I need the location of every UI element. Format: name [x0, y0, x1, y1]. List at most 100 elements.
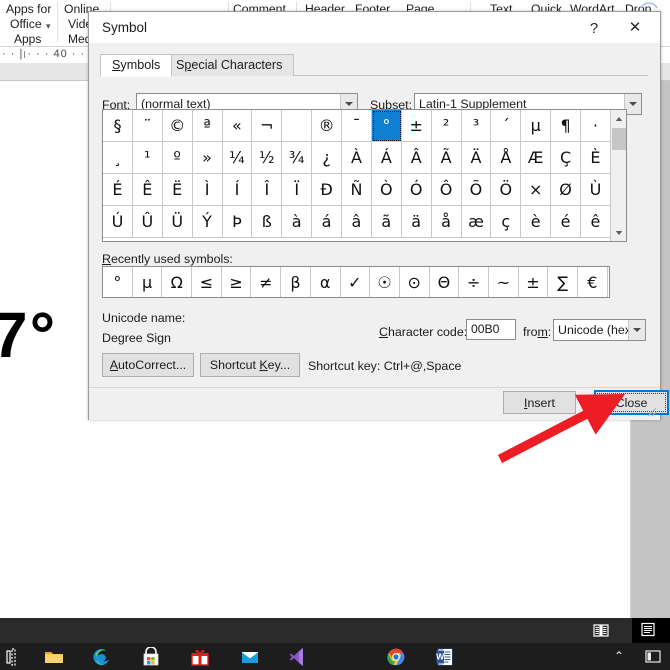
scroll-up-icon[interactable] — [611, 110, 626, 127]
symbol-cell[interactable]: ± — [401, 110, 432, 142]
symbol-cell[interactable]: ½ — [252, 142, 283, 174]
symbol-cell[interactable]: º — [162, 142, 193, 174]
symbol-cell[interactable]: ­ — [282, 110, 313, 142]
tab-special-characters[interactable]: Special Characters — [164, 54, 295, 77]
symbol-cell[interactable]: ¿ — [312, 142, 342, 174]
symbol-cell[interactable]: æ — [461, 206, 492, 238]
symbol-cell[interactable]: ê — [581, 206, 611, 238]
recent-symbol-cell[interactable]: ∑ — [548, 267, 578, 297]
symbol-cell[interactable]: Æ — [521, 142, 552, 174]
symbol-cell[interactable]: ä — [401, 206, 432, 238]
recent-symbol-cell[interactable]: ⊙ — [400, 267, 430, 297]
word-icon[interactable]: W — [435, 647, 455, 667]
symbol-cell[interactable]: è — [521, 206, 552, 238]
ribbon-apps-for-office-line2[interactable]: Office — [10, 17, 42, 31]
symbol-cell[interactable]: â — [342, 206, 372, 238]
symbol-cell[interactable]: Ô — [431, 174, 462, 206]
symbol-cell[interactable]: ¨ — [132, 110, 163, 142]
symbol-cell[interactable]: Ì — [192, 174, 223, 206]
symbol-cell[interactable]: Ä — [461, 142, 492, 174]
help-icon[interactable]: ? — [581, 18, 607, 40]
symbol-cell[interactable]: Ö — [491, 174, 522, 206]
recent-symbol-cell[interactable]: Ω — [162, 267, 193, 297]
symbol-cell[interactable]: Ê — [132, 174, 163, 206]
tab-symbols[interactable]: Symbols — [100, 54, 173, 77]
symbol-cell[interactable]: × — [521, 174, 552, 206]
symbol-cell[interactable]: Ã — [431, 142, 462, 174]
symbol-cell[interactable]: Ý — [192, 206, 223, 238]
shortcut-key-button[interactable]: Shortcut Key... — [200, 353, 300, 377]
symbol-cell[interactable]: À — [342, 142, 372, 174]
symbol-cell[interactable]: ¯ — [342, 110, 372, 142]
recent-symbol-cell[interactable]: ✓ — [341, 267, 371, 297]
recently-used-symbols-row[interactable]: ° µ Ω ≤ ≥ ≠ β α ✓ ☉ ⊙ Θ ÷ ~ ± ∑ € — [102, 266, 610, 298]
recent-symbol-cell[interactable]: € — [578, 267, 608, 297]
symbol-cell[interactable]: ç — [491, 206, 522, 238]
symbol-cell[interactable]: © — [162, 110, 193, 142]
chrome-icon[interactable] — [386, 647, 406, 667]
recent-symbol-cell[interactable]: ÷ — [459, 267, 489, 297]
symbol-cell[interactable]: Ð — [312, 174, 342, 206]
symbol-cell[interactable]: ¾ — [282, 142, 313, 174]
symbol-cell[interactable]: Ø — [551, 174, 581, 206]
symbol-cell[interactable]: Ù — [581, 174, 611, 206]
close-icon[interactable]: ✕ — [615, 16, 655, 40]
symbol-cell[interactable]: Þ — [222, 206, 253, 238]
resize-grip-icon[interactable] — [645, 405, 657, 417]
symbol-cell[interactable]: ß — [252, 206, 283, 238]
symbol-cell[interactable]: » — [192, 142, 223, 174]
symbol-cell[interactable]: Í — [222, 174, 253, 206]
symbol-cell[interactable]: Ë — [162, 174, 193, 206]
character-code-input[interactable]: 00B0 — [466, 319, 516, 340]
symbol-cell[interactable]: é — [551, 206, 581, 238]
close-button[interactable]: Close — [594, 390, 669, 415]
symbol-cell[interactable]: à — [282, 206, 313, 238]
gift-icon[interactable] — [190, 647, 210, 667]
symbol-cell[interactable]: ² — [431, 110, 462, 142]
symbol-cell[interactable]: Ò — [371, 174, 402, 206]
symbol-grid[interactable]: §¨©ª«¬­®¯°±²³´µ¶·¸¹º»¼½¾¿ÀÁÂÃÄÅÆÇÈÉÊËÌÍÎ… — [102, 109, 627, 242]
symbol-cell[interactable]: Å — [491, 142, 522, 174]
from-combobox[interactable]: Unicode (hex) — [553, 319, 646, 341]
symbol-cell[interactable]: Á — [371, 142, 402, 174]
insert-button[interactable]: Insert — [503, 391, 576, 414]
vscode-icon[interactable] — [288, 647, 308, 667]
recent-symbol-cell[interactable]: µ — [133, 267, 163, 297]
from-combobox-dropdown-icon[interactable] — [628, 320, 645, 340]
symbol-cell[interactable]: ¹ — [132, 142, 163, 174]
symbol-cell[interactable]: Ú — [103, 206, 133, 238]
recent-symbol-cell[interactable]: ° — [103, 267, 133, 297]
symbol-cell[interactable]: µ — [521, 110, 552, 142]
recent-symbol-cell[interactable]: ~ — [489, 267, 519, 297]
symbol-cell[interactable]: ã — [371, 206, 402, 238]
recent-symbol-cell[interactable]: ≤ — [192, 267, 222, 297]
symbol-cell[interactable]: É — [103, 174, 133, 206]
edge-icon[interactable] — [92, 647, 112, 667]
print-layout-icon[interactable] — [640, 622, 656, 637]
recent-symbol-cell[interactable]: Θ — [430, 267, 460, 297]
recent-symbol-cell[interactable]: α — [311, 267, 341, 297]
symbol-cell[interactable]: ³ — [461, 110, 492, 142]
symbol-cell[interactable]: Ï — [282, 174, 313, 206]
symbol-cell[interactable]: È — [581, 142, 611, 174]
symbol-cell[interactable]: á — [312, 206, 342, 238]
recent-symbol-cell[interactable]: ≠ — [251, 267, 282, 297]
dialog-title-bar[interactable]: Symbol ? ✕ — [89, 12, 660, 43]
symbol-cell[interactable]: ° — [371, 110, 402, 142]
symbol-cell[interactable]: ¸ — [103, 142, 133, 174]
symbol-cell[interactable]: Ó — [401, 174, 432, 206]
symbol-cell[interactable]: Ü — [162, 206, 193, 238]
office-dropdown-caret-icon[interactable]: ▾ — [46, 19, 51, 33]
symbol-cell[interactable]: ª — [192, 110, 223, 142]
recent-symbol-cell[interactable]: β — [281, 267, 311, 297]
symbol-cell[interactable]: ´ — [491, 110, 522, 142]
ribbon-apps-for-office-line1[interactable]: Apps for — [6, 2, 51, 16]
autocorrect-button[interactable]: AutoCorrect... — [102, 353, 194, 377]
tray-action-center-icon[interactable] — [645, 650, 661, 663]
scroll-down-icon[interactable] — [611, 224, 626, 241]
symbol-cell[interactable]: Ç — [551, 142, 581, 174]
symbol-cell[interactable]: Î — [252, 174, 283, 206]
file-explorer-icon[interactable] — [44, 647, 64, 667]
microsoft-store-icon[interactable] — [141, 647, 161, 667]
symbol-cell[interactable]: Û — [132, 206, 163, 238]
